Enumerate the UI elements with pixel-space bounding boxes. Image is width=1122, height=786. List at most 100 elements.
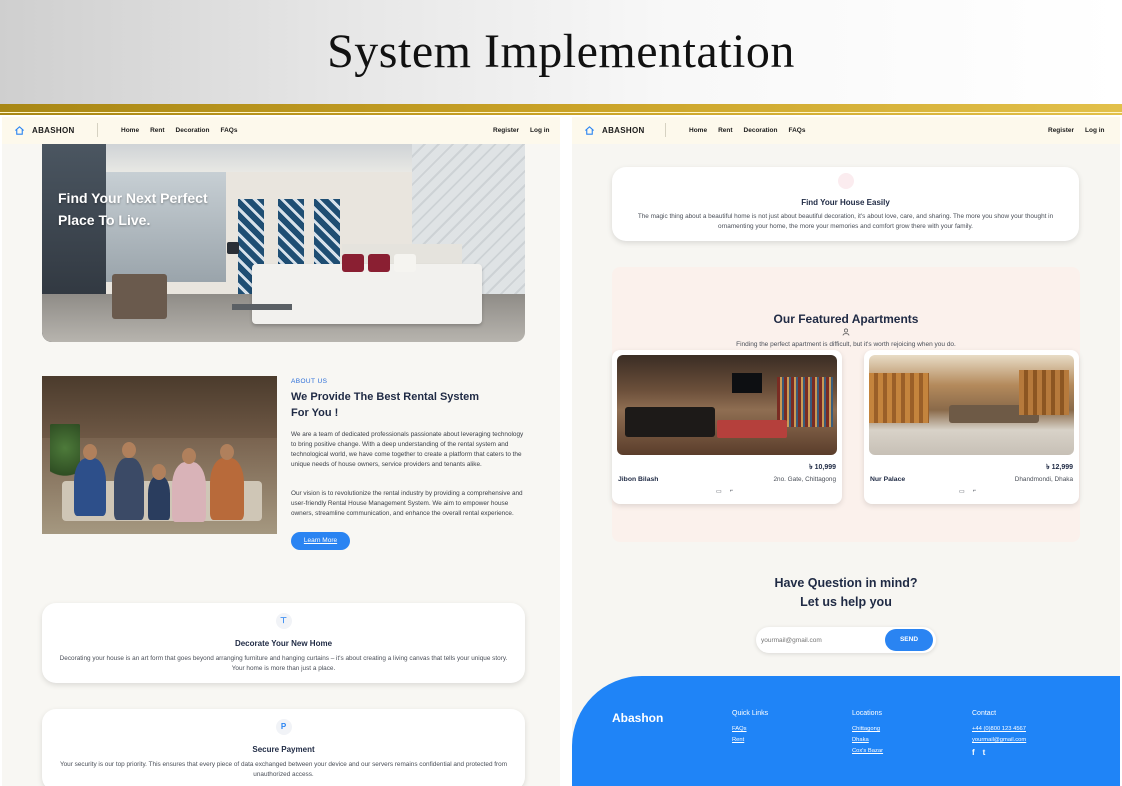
brand-logo[interactable]: ABASHON <box>602 126 645 135</box>
bed-icon: ▭ <box>716 489 722 495</box>
nav-link-faqs[interactable]: FAQs <box>788 127 805 134</box>
register-link[interactable]: Register <box>493 127 519 134</box>
paypal-icon: P <box>275 719 292 735</box>
nav-divider <box>665 123 666 137</box>
navbar: ABASHON Home Rent Decoration FAQs Regist… <box>572 117 1120 144</box>
footer-link-rent[interactable]: Rent <box>732 737 768 743</box>
twitter-icon[interactable]: t <box>983 748 986 757</box>
hero-chair <box>112 274 167 319</box>
question-heading: Have Question in mind? Let us help you <box>572 574 1120 612</box>
footer-link-dhaka[interactable]: Dhaka <box>852 737 883 743</box>
footer-quick-links: Quick Links FAQs Rent <box>732 710 768 748</box>
photo-head <box>83 444 97 460</box>
find-house-card: Find Your House Easily The magic thing a… <box>612 167 1079 241</box>
send-button[interactable]: SEND <box>885 629 933 651</box>
hero-pillow <box>368 254 390 272</box>
photo-person <box>210 458 244 520</box>
panel-separator <box>560 117 572 786</box>
hero-pillow <box>342 254 364 272</box>
footer-heading: Quick Links <box>732 710 769 717</box>
nav-link-rent[interactable]: Rent <box>150 127 164 134</box>
nav-auth: Register Log in <box>1048 127 1105 134</box>
nav-links: Home Rent Decoration FAQs <box>689 127 805 134</box>
bath-icon: ⌐ <box>729 488 734 494</box>
footer-contact: Contact +44 (0)800 123 4567 yourmail@gma… <box>972 710 1026 757</box>
left-screenshot: ABASHON Home Rent Decoration FAQs Regist… <box>2 117 560 786</box>
apartment-tv <box>732 373 762 393</box>
nav-link-home[interactable]: Home <box>121 127 139 134</box>
bath-icon: ⌐ <box>972 488 977 494</box>
learn-more-button[interactable]: Learn More <box>291 532 350 550</box>
home-icon[interactable] <box>14 125 25 136</box>
about-title: We Provide The Best Rental System For Yo… <box>291 391 480 419</box>
photo-head <box>122 442 136 458</box>
footer-heading: Locations <box>852 710 882 717</box>
apartment-curtain <box>869 373 929 423</box>
apartment-location: 2no. Gate, Chittagong <box>773 476 836 483</box>
apartment-card[interactable]: ৳ 10,999 Jibon Bilash 2no. Gate, Chittag… <box>612 350 842 504</box>
nav-link-home[interactable]: Home <box>689 127 707 134</box>
card-description: Decorating your house is an art form tha… <box>59 655 508 672</box>
photo-person <box>114 458 144 520</box>
apartment-sofa <box>625 407 715 437</box>
house-icon <box>837 173 854 189</box>
apartment-features: ▭ ⌐ <box>959 488 976 495</box>
nav-link-decoration[interactable]: Decoration <box>744 127 778 134</box>
slide-header: System Implementation <box>0 0 1122 104</box>
register-link[interactable]: Register <box>1048 127 1074 134</box>
hero-image: Find Your Next Perfect Place To Live. <box>42 144 525 342</box>
newsletter-form: SEND <box>756 627 936 653</box>
footer-locations: Locations Chittagong Dhaka Cox's Bazar <box>852 710 883 759</box>
slide-title: System Implementation <box>327 25 795 78</box>
feature-card: P Secure Payment Your security is our to… <box>42 709 525 786</box>
nav-link-rent[interactable]: Rent <box>718 127 732 134</box>
navbar: ABASHON Home Rent Decoration FAQs Regist… <box>2 117 560 144</box>
card-description: Your security is our top priority. This … <box>59 761 508 778</box>
apartment-rug <box>717 420 787 438</box>
hero-pillow <box>394 254 416 272</box>
feature-card: ⊤ Decorate Your New Home Decorating your… <box>42 603 525 683</box>
right-screenshot: ABASHON Home Rent Decoration FAQs Regist… <box>572 117 1120 786</box>
nav-link-decoration[interactable]: Decoration <box>176 127 210 134</box>
apartment-image <box>617 355 837 455</box>
card-title: Secure Payment <box>252 745 315 754</box>
login-link[interactable]: Log in <box>1085 127 1105 134</box>
footer-brand[interactable]: Abashon <box>612 711 663 725</box>
footer-link-coxs-bazar[interactable]: Cox's Bazar <box>852 748 883 754</box>
question-line: Have Question in mind? <box>774 576 918 590</box>
hero-table <box>232 304 292 310</box>
hero-lamp <box>227 242 239 254</box>
about-photo <box>42 376 277 534</box>
footer-phone[interactable]: +44 (0)800 123 4567 <box>972 726 1026 732</box>
photo-person <box>148 476 170 520</box>
bed-icon: ▭ <box>959 489 965 495</box>
apartment-name: Jibon Bilash <box>618 476 659 483</box>
social-links: f t <box>972 748 1026 757</box>
brand-logo[interactable]: ABASHON <box>32 126 75 135</box>
home-icon[interactable] <box>584 125 595 136</box>
apartment-price: ৳ 12,999 <box>1046 464 1073 471</box>
photo-person <box>74 458 106 516</box>
apartment-card[interactable]: ৳ 12,999 Nur Palace Dhandmondi, Dhaka ▭ … <box>864 350 1079 504</box>
gold-divider <box>0 104 1122 115</box>
apartment-name: Nur Palace <box>870 476 906 483</box>
apartment-location: Dhandmondi, Dhaka <box>1014 476 1073 483</box>
login-link[interactable]: Log in <box>530 127 550 134</box>
nav-link-faqs[interactable]: FAQs <box>220 127 237 134</box>
card-title: Find Your House Easily <box>801 198 890 207</box>
footer-link-chittagong[interactable]: Chittagong <box>852 726 883 732</box>
email-input[interactable] <box>761 633 879 647</box>
featured-subtitle: Finding the perfect apartment is difficu… <box>736 341 956 348</box>
photo-head <box>182 448 196 464</box>
footer-link-faqs[interactable]: FAQs <box>732 726 768 732</box>
nav-auth: Register Log in <box>493 127 550 134</box>
apartment-curtain <box>1019 370 1069 415</box>
facebook-icon[interactable]: f <box>972 748 975 757</box>
photo-head <box>152 464 166 480</box>
hero-bed <box>252 264 482 324</box>
card-description: The magic thing about a beautiful home i… <box>637 213 1054 230</box>
about-paragraph: We are a team of dedicated professionals… <box>291 431 524 468</box>
apartment-image <box>869 355 1074 455</box>
footer-email[interactable]: yourmail@gmail.com <box>972 737 1026 743</box>
hero-headline: Find Your Next Perfect Place To Live. <box>58 190 208 228</box>
